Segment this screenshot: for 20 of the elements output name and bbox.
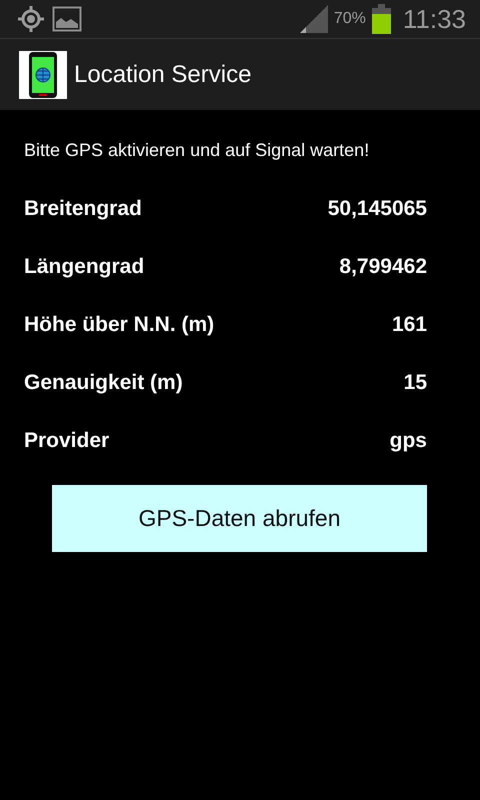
field-label: Provider (24, 429, 110, 453)
clock-time: 11:33 (402, 4, 466, 34)
field-label: Genauigkeit (m) (24, 371, 183, 395)
instruction-text: Bitte GPS aktivieren und auf Signal warten! (24, 140, 370, 161)
field-label: Höhe über N.N. (m) (24, 313, 214, 337)
field-value: gps (390, 429, 427, 453)
gps-icon (16, 4, 46, 34)
field-value: 161 (392, 313, 427, 337)
battery-icon (372, 4, 391, 34)
image-icon (52, 6, 82, 32)
battery-percent: 70% (334, 10, 366, 28)
phone-globe-icon (19, 50, 67, 98)
field-value: 8,799462 (339, 255, 427, 279)
field-value: 50,145065 (328, 197, 427, 221)
field-label: Breitengrad (24, 197, 142, 221)
field-label: Längengrad (24, 255, 144, 279)
field-value: 15 (404, 371, 427, 395)
fetch-gps-button[interactable]: GPS-Daten abrufen (52, 485, 427, 552)
signal-icon (300, 5, 328, 33)
app-title: Location Service (74, 60, 252, 88)
